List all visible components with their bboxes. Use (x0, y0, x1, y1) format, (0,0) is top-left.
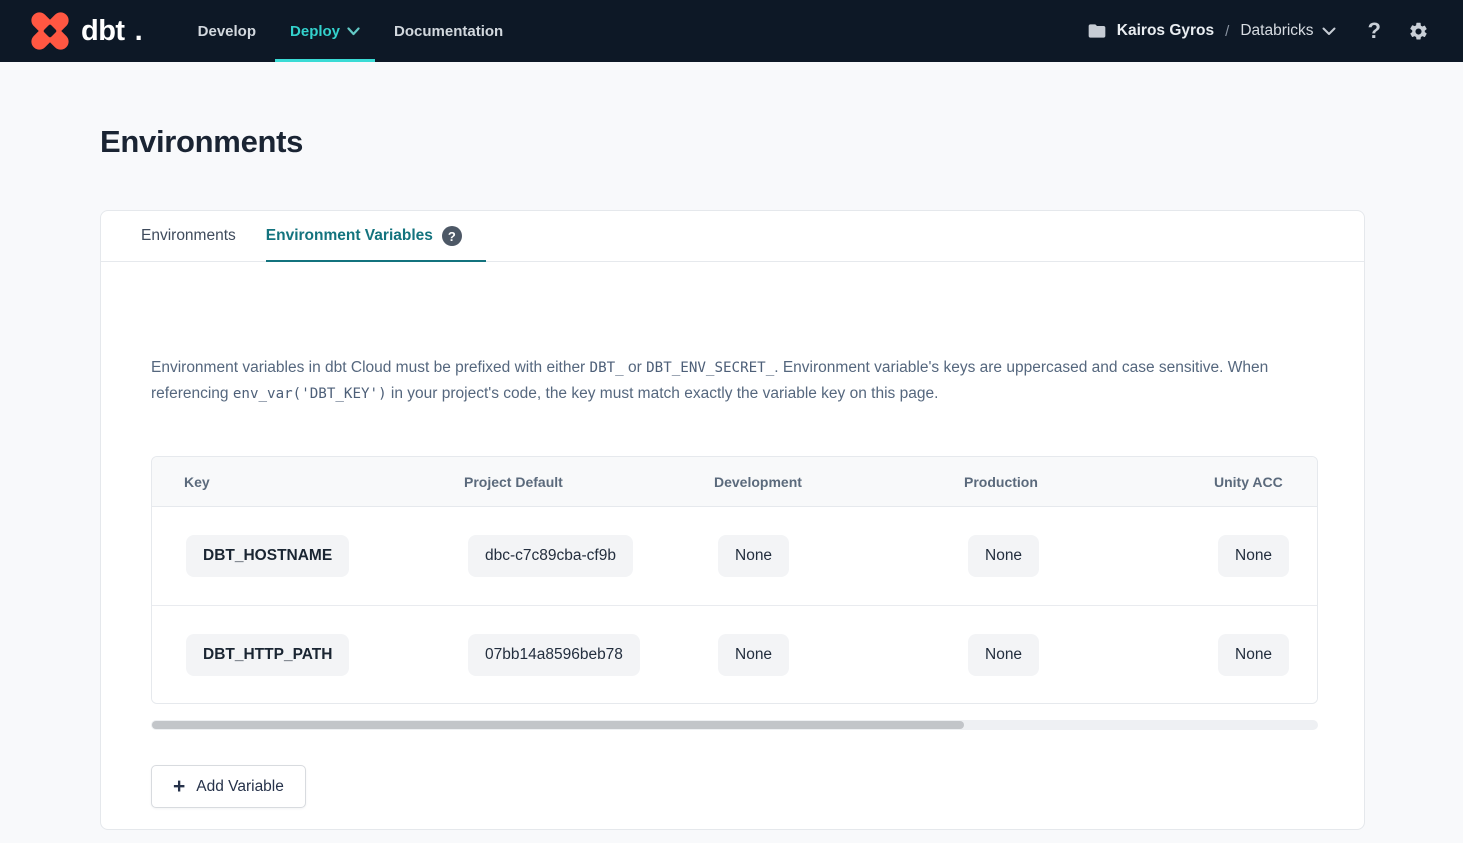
inline-code: DBT_ENV_SECRET_ (646, 360, 774, 376)
column-header-project-default: Project Default (452, 474, 702, 490)
add-variable-label: Add Variable (196, 778, 284, 796)
description: Environment variables in dbt Cloud must … (151, 355, 1316, 407)
table-cell: None (1202, 634, 1318, 676)
tab-environments[interactable]: Environments (141, 211, 236, 261)
table-cell: None (952, 535, 1202, 577)
variable-value-pill[interactable]: None (1218, 634, 1289, 676)
variable-key-pill[interactable]: DBT_HOSTNAME (186, 535, 349, 577)
variable-value-pill[interactable]: 07bb14a8596beb78 (468, 634, 640, 676)
variable-value-pill[interactable]: None (718, 634, 789, 676)
description-text: in your project's code, the key must mat… (387, 385, 939, 402)
table-cell: None (1202, 535, 1318, 577)
nav-link-develop[interactable]: Develop (183, 0, 271, 62)
tab-bar: Environments Environment Variables ? (101, 211, 1364, 262)
chevron-down-icon[interactable] (1322, 27, 1336, 36)
table-cell: None (702, 634, 952, 676)
nav-right-cluster: Kairos Gyros / Databricks ? (1087, 18, 1429, 44)
inline-code: DBT_ (590, 360, 624, 376)
column-header-development: Development (702, 474, 952, 490)
folder-icon (1087, 21, 1107, 41)
table-cell: dbc-c7c89cba-cf9b (452, 535, 702, 577)
chevron-down-icon (347, 27, 360, 36)
table-cell: DBT_HOSTNAME (152, 535, 452, 577)
description-text: Environment variables in dbt Cloud must … (151, 359, 590, 376)
brand-wordmark: dbt (81, 17, 125, 46)
nav-link-label: Develop (198, 23, 256, 40)
nav-link-deploy[interactable]: Deploy (275, 0, 375, 62)
variable-value-pill[interactable]: dbc-c7c89cba-cf9b (468, 535, 633, 577)
variable-value-pill[interactable]: None (968, 634, 1039, 676)
horizontal-scrollbar-thumb[interactable] (152, 721, 964, 729)
column-header-unity-acc: Unity ACC (1202, 474, 1318, 490)
variable-value-pill[interactable]: None (1218, 535, 1289, 577)
gear-icon[interactable] (1408, 21, 1429, 42)
table-cell: DBT_HTTP_PATH (152, 634, 452, 676)
table-cell: 07bb14a8596beb78 (452, 634, 702, 676)
environments-card: Environments Environment Variables ? Env… (100, 210, 1365, 830)
dbt-logo-icon (28, 9, 72, 53)
tab-environment-variables[interactable]: Environment Variables ? (266, 211, 486, 261)
help-icon[interactable]: ? (1368, 18, 1381, 44)
description-text: or (624, 359, 646, 376)
table-header-row: KeyProject DefaultDevelopmentProductionU… (152, 457, 1317, 507)
card-content: Environment variables in dbt Cloud must … (101, 355, 1364, 808)
variable-key-pill[interactable]: DBT_HTTP_PATH (186, 634, 349, 676)
horizontal-scrollbar-track[interactable] (151, 720, 1318, 730)
variable-value-pill[interactable]: None (718, 535, 789, 577)
account-switcher[interactable]: Kairos Gyros (1117, 22, 1214, 40)
inline-code: env_var('DBT_KEY') (233, 386, 387, 402)
table-row: DBT_HTTP_PATH 07bb14a8596beb78 None None Non… (152, 605, 1317, 703)
add-variable-button[interactable]: + Add Variable (151, 765, 306, 808)
top-nav: dbt. Develop Deploy Documentation Kairos… (0, 0, 1463, 62)
plus-icon: + (173, 776, 185, 797)
primary-nav-links: Develop Deploy Documentation (183, 0, 519, 62)
table-row: DBT_HOSTNAME dbc-c7c89cba-cf9b None None Non… (152, 507, 1317, 605)
table-body: DBT_HOSTNAME dbc-c7c89cba-cf9b None None Non… (152, 507, 1317, 703)
nav-link-label: Documentation (394, 23, 503, 40)
column-header-production: Production (952, 474, 1202, 490)
help-circle-icon[interactable]: ? (442, 226, 462, 246)
table-cell: None (952, 634, 1202, 676)
page-title: Environments (100, 124, 303, 160)
column-header-key: Key (152, 474, 452, 490)
nav-link-documentation[interactable]: Documentation (379, 0, 518, 62)
table-cell: None (702, 535, 952, 577)
brand-dot: . (135, 15, 143, 48)
breadcrumb-separator: / (1225, 23, 1229, 40)
nav-link-label: Deploy (290, 23, 340, 40)
project-switcher[interactable]: Databricks (1240, 22, 1313, 40)
tab-label: Environment Variables (266, 227, 433, 245)
variable-value-pill[interactable]: None (968, 535, 1039, 577)
environment-variables-table: KeyProject DefaultDevelopmentProductionU… (151, 456, 1318, 704)
tab-label: Environments (141, 227, 236, 245)
dbt-logo[interactable]: dbt. (28, 9, 143, 53)
